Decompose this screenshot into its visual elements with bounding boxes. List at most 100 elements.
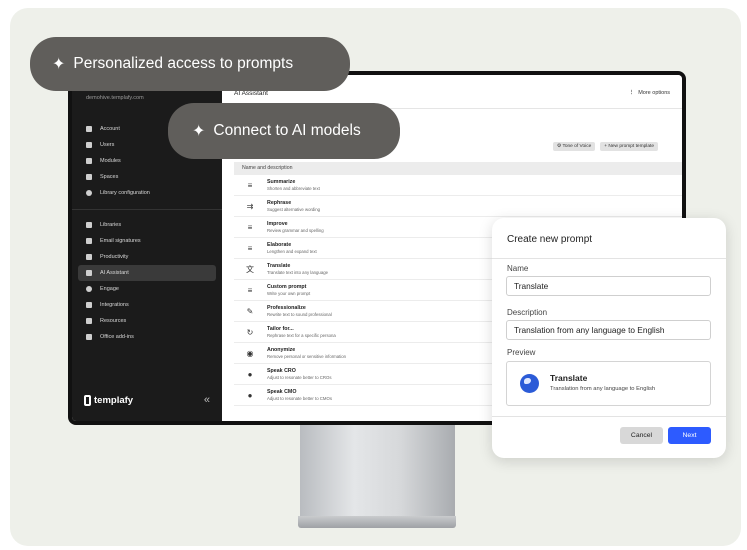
cancel-button[interactable]: Cancel [620,427,663,444]
monitor-stand-base [298,516,456,528]
row-text: Custom prompt Write your own prompt [267,284,310,296]
email-icon [86,238,92,244]
prompt-icon: ≡ [247,285,253,295]
modules-icon [86,158,92,164]
prompt-description: Suggest alternative wording [267,207,321,212]
prompt-name: Summarize [267,179,296,185]
sidebar-item-resources[interactable]: Resources [78,313,216,329]
productivity-icon [86,254,92,260]
sidebar-item-spaces[interactable]: Spaces [78,169,216,185]
new-prompt-template-button[interactable]: + New prompt template [600,142,658,151]
account-icon [86,126,92,132]
templafy-logo-mark-icon [84,395,91,406]
prompt-icon: ↻ [246,327,254,337]
description-label: Description [507,308,548,317]
toolbar: ⚙ Tone of Voice + New prompt template [552,142,658,151]
prompt-description: Adjust to resonate better to CMOs [267,396,332,401]
prompt-description: Remove personal or sensitive information [267,354,347,359]
prompt-name: Anonymize [267,347,296,353]
sidebar-item-office-add-ins[interactable]: Office add-ins [78,329,216,345]
prompt-description: Lengthen and expand text [267,249,317,254]
create-prompt-dialog: Create new prompt Name Translate Descrip… [492,218,726,458]
prompt-description: Adjust to resonate better to CROs [267,375,332,380]
sidebar-item-engage[interactable]: Engage [78,281,216,297]
row-text: Speak CRO Adjust to resonate better to CR… [267,368,332,380]
more-options-button[interactable]: ⋮ More options [629,90,670,96]
prompt-name: Tailor for... [267,326,294,332]
row-text: Improve Review grammar and spelling [267,221,324,233]
page-title: AI Assistant [234,90,268,97]
tenant-domain: demohive.templafy.com [86,95,144,101]
prompt-description: Shorten and abbreviate text [267,186,320,191]
badge-personalized-access: ✦ Personalized access to prompts [30,37,350,91]
globe-icon [520,374,539,393]
next-button[interactable]: Next [668,427,711,444]
prompt-name: Professionalize [267,305,306,311]
sidebar-item-productivity[interactable]: Productivity [78,249,216,265]
dialog-title: Create new prompt [507,234,593,245]
row-text: Elaborate Lengthen and expand text [267,242,317,254]
libraries-icon [86,222,92,228]
name-label: Name [507,264,529,273]
office-icon [86,334,92,340]
sidebar-item-library-configuration[interactable]: Library configuration [78,185,216,201]
table-row[interactable]: ⇉ Rephrase Suggest alternative wording [234,196,682,217]
prompt-icon: ≡ [247,222,253,232]
prompt-name: Improve [267,221,288,227]
row-text: Speak CMO Adjust to resonate better to CM… [267,389,332,401]
prompt-name: Rephrase [267,200,292,206]
prompt-icon: ◉ [246,348,254,358]
preview-card: Translate Translation from any language … [506,361,711,406]
prompt-description: Write your own prompt [267,291,311,296]
users-icon [86,142,92,148]
sidebar-item-integrations[interactable]: Integrations [78,297,216,313]
prompt-name: Elaborate [267,242,292,248]
table-row[interactable]: ≡ Summarize Shorten and abbreviate text [234,175,682,196]
prompt-name: Speak CRO [267,368,296,374]
row-text: Summarize Shorten and abbreviate text [267,179,320,191]
sidebar-divider [72,209,222,210]
row-text: Rephrase Suggest alternative wording [267,200,320,212]
dialog-divider [492,258,726,259]
prompt-icon: 文 [246,264,254,274]
row-text: Anonymize Remove personal or sensitive in… [267,347,346,359]
prompt-icon: ✎ [246,306,254,316]
prompt-description: Translate text into any language [267,270,328,275]
dialog-footer-divider [492,416,726,417]
collapse-sidebar-icon[interactable]: « [204,394,210,406]
prompt-description: Review grammar and spelling [267,228,324,233]
sidebar-item-email-signatures[interactable]: Email signatures [78,233,216,249]
integrations-icon [86,302,92,308]
spaces-icon [86,174,92,180]
sidebar-item-libraries[interactable]: Libraries [78,217,216,233]
prompt-icon: ⇉ [246,201,254,211]
prompt-icon: ● [247,369,253,379]
tone-of-voice-button[interactable]: ⚙ Tone of Voice [552,142,596,151]
row-text: Translate Translate text into any languag… [267,263,328,275]
badge-connect-ai-models: ✦ Connect to AI models [168,103,400,159]
table-header: Name and description [234,162,682,175]
preview-label: Preview [507,348,536,357]
sidebar-group-features: Libraries Email signatures Productivity … [78,217,216,345]
monitor-stand [300,420,455,520]
preview-title: Translate [550,373,588,383]
prompt-icon: ≡ [247,180,253,190]
sparkle-icon: ✦ [192,123,206,140]
prompt-description: Rewrite text to sound professional [267,312,332,317]
prompt-description: Rephrase text for a specific persona [267,333,336,338]
engage-icon [86,286,92,292]
name-field[interactable]: Translate [506,276,711,296]
row-text: Tailor for... Rephrase text for a specifi… [267,326,336,338]
ai-assistant-icon [86,270,92,276]
prompt-name: Speak CMO [267,389,297,395]
sparkle-icon: ✦ [52,56,66,73]
templafy-logo: templafy [84,395,133,406]
row-text: Professionalize Rewrite text to sound pro… [267,305,332,317]
prompt-name: Translate [267,263,291,269]
kebab-icon: ⋮ [628,90,635,96]
description-field[interactable]: Translation from any language to English [506,320,711,340]
resources-icon [86,318,92,324]
preview-description: Translation from any language to English [550,386,656,392]
prompt-icon: ● [247,390,253,400]
sidebar-item-ai-assistant[interactable]: AI Assistant [78,265,216,281]
